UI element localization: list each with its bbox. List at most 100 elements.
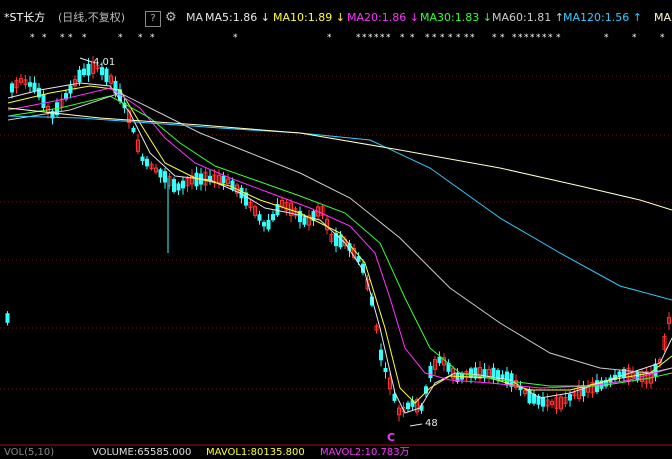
- low-price-label: 48: [425, 418, 438, 429]
- candle-body: [356, 256, 361, 262]
- volume-value: VOLUME:65585.000: [92, 447, 192, 458]
- candle-body: [131, 127, 136, 133]
- candle-body: [338, 234, 343, 248]
- signal-star: *: [548, 33, 553, 43]
- ma-legend-item: MA30:1.83 ↓: [420, 11, 492, 24]
- signal-star: *: [150, 33, 155, 43]
- signal-star: *: [440, 33, 445, 43]
- gear-icon[interactable]: ⚙: [165, 9, 177, 27]
- signal-star: *: [362, 33, 367, 43]
- signal-star: *: [492, 33, 497, 43]
- event-marker[interactable]: C: [387, 431, 395, 444]
- vol-name: VOL(5,10): [4, 447, 55, 458]
- candle-body: [392, 393, 397, 401]
- candle-body: [635, 371, 640, 381]
- candle-body: [145, 158, 149, 167]
- help-icon[interactable]: ?: [145, 11, 161, 27]
- ma-legend-item: MA20:1.86 ↓: [347, 11, 419, 24]
- high-price-label: 4.01: [93, 57, 115, 68]
- candle-body: [428, 365, 433, 379]
- signal-star: *: [470, 33, 475, 43]
- candle-body: [163, 171, 167, 183]
- mavol2-value: MAVOL2:10.783万: [320, 447, 410, 458]
- candle-body: [100, 67, 104, 76]
- candle-body: [5, 313, 10, 323]
- signal-star: *: [400, 33, 405, 43]
- signal-star: *: [500, 33, 505, 43]
- signal-star: *: [68, 33, 73, 43]
- signal-star: *: [542, 33, 547, 43]
- signal-star: *: [82, 33, 87, 43]
- signal-star: *: [30, 33, 35, 43]
- candle-body: [32, 82, 37, 92]
- candle-body: [262, 222, 266, 227]
- candle-body: [158, 169, 163, 178]
- ma-legend-item: MA250: [654, 11, 672, 24]
- candle-body: [28, 82, 32, 87]
- candle-body: [77, 69, 82, 83]
- candlestick-series: [5, 56, 671, 422]
- candle-body: [244, 192, 248, 206]
- candle-body: [181, 180, 185, 189]
- candle-body: [41, 94, 46, 108]
- kline-chart[interactable]: * * * * * * * * * * * * * * * * * * * * * * * * * * * * * * * * * * * * * * 4…: [0, 28, 672, 446]
- signal-star: *: [60, 33, 65, 43]
- candle-body: [176, 183, 181, 191]
- low-arrow: [409, 423, 423, 427]
- stock-title: *ST长方: [4, 11, 46, 24]
- signal-star: *: [448, 33, 453, 43]
- ma-line: [7, 107, 672, 211]
- signal-star: *: [524, 33, 529, 43]
- ma-legend-item: MA120:1.56 ↑: [563, 11, 642, 24]
- signal-star: *: [632, 33, 637, 43]
- signal-star: *: [138, 33, 143, 43]
- signal-star: *: [432, 33, 437, 43]
- signal-star: *: [456, 33, 461, 43]
- candle-body: [194, 172, 199, 187]
- signal-star: *: [512, 33, 517, 43]
- ma-label: MA: [186, 11, 204, 24]
- signal-star: *: [233, 33, 238, 43]
- candle-body: [302, 217, 307, 225]
- signal-star: *: [327, 33, 332, 43]
- ma-legend-item: MA60:1.81 ↑: [492, 11, 564, 24]
- signal-star: *: [118, 33, 123, 43]
- candle-body: [86, 63, 91, 76]
- candle-body: [379, 349, 383, 361]
- volume-indicator-bar: VOL(5,10) VOLUME:65585.000 MAVOL1:80135.…: [0, 447, 672, 459]
- candle-body: [82, 68, 86, 76]
- signal-star: *: [530, 33, 535, 43]
- top-tab-strip: [0, 0, 672, 5]
- candle-body: [383, 367, 388, 373]
- candle-body: [469, 368, 473, 378]
- signal-star: *: [410, 33, 415, 43]
- high-arrow: [79, 57, 93, 63]
- candle-body: [140, 156, 145, 162]
- candle-body: [532, 394, 536, 404]
- candle-body: [221, 175, 226, 184]
- ma-legend-item: MA5:1.86 ↓: [205, 11, 270, 24]
- period-label: (日线,不复权): [58, 11, 126, 24]
- mavol1-value: MAVOL1:80135.800: [206, 447, 305, 458]
- candle-body: [266, 219, 271, 230]
- signal-star-row: * * * * * * * * * * * * * * * * * * * * * * * * * * * * * * * * * * * * * *: [30, 33, 665, 43]
- candle-body: [271, 214, 275, 221]
- signal-star: *: [386, 33, 391, 43]
- candle-body: [10, 83, 14, 93]
- candle-body: [437, 356, 442, 364]
- signal-star: *: [556, 33, 561, 43]
- ma-legend-item: MA10:1.89 ↓: [273, 11, 345, 24]
- signal-star: *: [518, 33, 523, 43]
- candle-body: [257, 214, 262, 221]
- candle-body: [541, 397, 545, 407]
- signal-star: *: [374, 33, 379, 43]
- candle-body: [104, 68, 109, 83]
- signal-star: *: [380, 33, 385, 43]
- candle-body: [473, 367, 478, 379]
- signal-star: *: [464, 33, 469, 43]
- candle-body: [406, 402, 410, 410]
- indicator-legend: *ST长方 (日线,不复权) ? ⚙ MA MA5:1.86 ↓ MA10:1.8…: [0, 9, 672, 27]
- signal-star: *: [536, 33, 541, 43]
- signal-star: *: [660, 33, 665, 43]
- signal-star: *: [604, 33, 609, 43]
